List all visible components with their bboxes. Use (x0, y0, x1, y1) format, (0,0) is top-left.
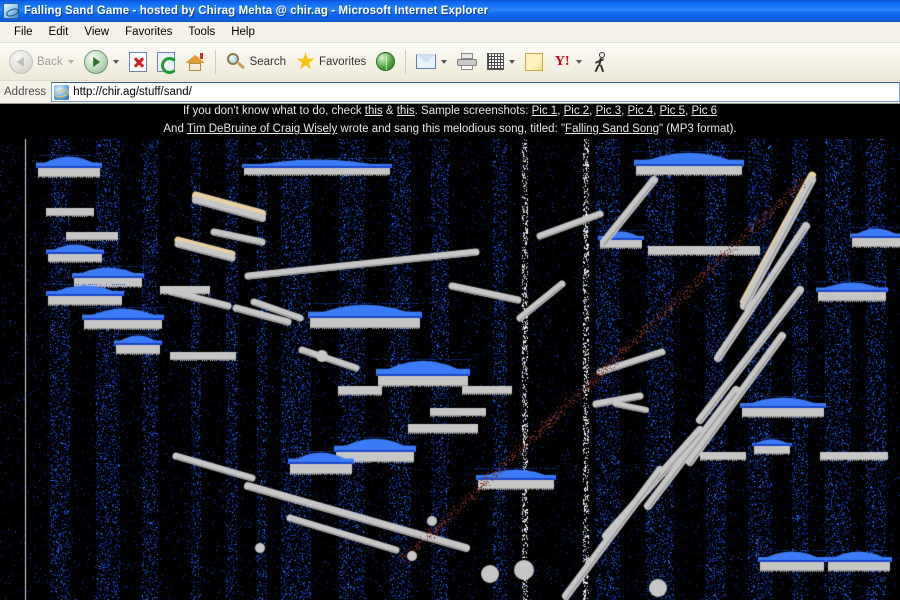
star-icon (296, 52, 315, 70)
line2-prefix: And (163, 123, 187, 135)
link-pic-1[interactable]: Pic 1 (532, 105, 558, 117)
ie-document-icon (3, 3, 19, 19)
messenger-button[interactable] (587, 46, 615, 78)
back-button[interactable]: Back (4, 46, 79, 78)
favorites-button[interactable]: Favorites (291, 46, 371, 78)
menu-bar: File Edit View Favorites Tools Help (0, 22, 900, 43)
yahoo-icon: Y! (554, 53, 570, 69)
home-icon (184, 52, 205, 72)
browser-toolbar: Back Search Favorites Y! (0, 43, 900, 81)
edit-grid-icon (487, 53, 505, 70)
toolbar-separator (405, 49, 407, 74)
favorites-button-label: Favorites (319, 55, 367, 68)
link-pic-3[interactable]: Pic 3 (596, 105, 622, 117)
running-man-icon (592, 51, 610, 72)
menu-item-help[interactable]: Help (223, 24, 263, 40)
home-button[interactable] (180, 46, 210, 78)
chevron-down-icon[interactable] (112, 59, 119, 64)
toolbar-separator (214, 49, 216, 74)
menu-item-file[interactable]: File (6, 24, 41, 40)
line1-middle: . Sample screenshots: (414, 105, 532, 117)
chevron-down-icon[interactable] (67, 59, 74, 64)
link-pic-5[interactable]: Pic 5 (660, 105, 686, 117)
falling-sand-simulation[interactable] (0, 139, 900, 600)
sand-game-area[interactable] (0, 139, 900, 600)
menu-item-favorites[interactable]: Favorites (117, 24, 180, 40)
address-url-text: http://chir.ag/stuff/sand/ (73, 86, 192, 98)
refresh-button[interactable] (152, 46, 180, 78)
back-button-label: Back (37, 55, 63, 68)
forward-button[interactable] (79, 46, 124, 78)
link-this-1[interactable]: this (365, 105, 383, 117)
menu-item-tools[interactable]: Tools (180, 24, 223, 40)
media-button[interactable] (371, 46, 400, 78)
search-button[interactable]: Search (221, 46, 291, 78)
yahoo-button[interactable]: Y! (548, 46, 587, 78)
line2-suffix: " (MP3 format). (659, 123, 737, 135)
chevron-down-icon[interactable] (576, 59, 583, 64)
menu-item-view[interactable]: View (76, 24, 117, 40)
chevron-down-icon[interactable] (509, 59, 516, 64)
line2-middle: wrote and sang this melodious song, titl… (337, 123, 566, 135)
intro-line-2: And Tim DeBruine of Craig Wisely wrote a… (0, 118, 900, 136)
globe-icon (376, 52, 396, 71)
link-pic-6[interactable]: Pic 6 (691, 105, 717, 117)
address-label: Address (4, 86, 47, 98)
link-pic-4[interactable]: Pic 4 (628, 105, 654, 117)
search-button-label: Search (249, 55, 287, 68)
intro-line-1: If you don't know what to do, check this… (0, 105, 900, 118)
menu-item-edit[interactable]: Edit (41, 24, 77, 40)
address-input[interactable]: http://chir.ag/stuff/sand/ (51, 82, 900, 102)
edit-button[interactable] (482, 46, 520, 78)
page-intro-text: If you don't know what to do, check this… (0, 105, 900, 136)
window-title: Falling Sand Game - hosted by Chirag Meh… (24, 5, 489, 17)
link-this-2[interactable]: this (397, 105, 415, 117)
note-icon (525, 52, 544, 71)
printer-icon (457, 52, 478, 71)
link-falling-sand-song[interactable]: Falling Sand Song (565, 123, 659, 135)
browser-window: Falling Sand Game - hosted by Chirag Meh… (0, 0, 900, 600)
stop-icon (128, 51, 147, 72)
link-tim-debruine[interactable]: Tim DeBruine of Craig Wisely (187, 123, 337, 135)
mail-button[interactable] (411, 46, 452, 78)
link-pic-2[interactable]: Pic 2 (564, 105, 590, 117)
notes-button[interactable] (520, 46, 548, 78)
address-bar: Address http://chir.ag/stuff/sand/ (0, 81, 900, 104)
line1-amp: & (382, 105, 397, 117)
refresh-icon (156, 51, 178, 74)
ie-page-icon (54, 84, 70, 100)
back-arrow-icon (9, 49, 33, 74)
title-bar: Falling Sand Game - hosted by Chirag Meh… (0, 0, 900, 22)
forward-arrow-icon (83, 49, 108, 74)
magnifier-icon (226, 52, 246, 72)
chevron-down-icon[interactable] (441, 59, 448, 64)
mail-icon (416, 54, 437, 69)
print-button[interactable] (452, 46, 482, 78)
line1-prefix: If you don't know what to do, check (182, 105, 365, 117)
page-content: If you don't know what to do, check this… (0, 105, 900, 600)
stop-button[interactable] (124, 46, 152, 78)
